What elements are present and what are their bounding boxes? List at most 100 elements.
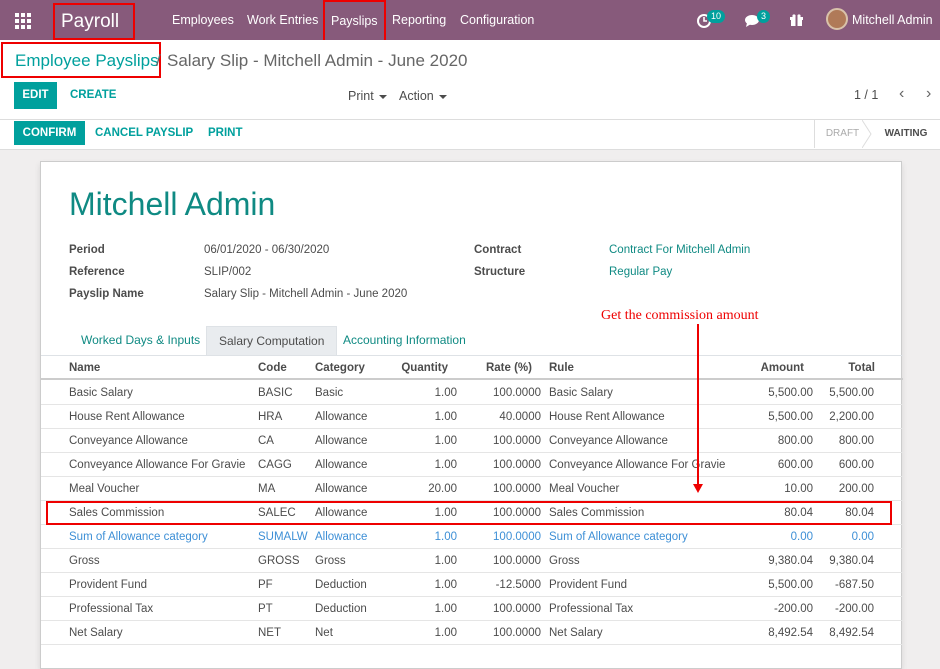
cell-amount: 800.00 bbox=[777, 435, 813, 447]
cell-total: -200.00 bbox=[834, 603, 874, 615]
gift-icon[interactable] bbox=[790, 0, 803, 40]
col-rule[interactable]: Rule bbox=[549, 362, 574, 374]
menu-payslips[interactable]: Payslips bbox=[323, 0, 386, 42]
col-amount[interactable]: Amount bbox=[741, 362, 804, 374]
table-row[interactable]: Sum of Allowance category SUMALW Allowan… bbox=[41, 525, 903, 549]
reference-value: SLIP/002 bbox=[204, 266, 252, 278]
apps-grid-icon[interactable] bbox=[15, 13, 31, 29]
cell-rule: Meal Voucher bbox=[549, 483, 620, 495]
cell-amount: 8,492.54 bbox=[768, 627, 813, 639]
cell-total: 0.00 bbox=[851, 531, 874, 543]
cancel-payslip-button[interactable]: CANCEL PAYSLIP bbox=[95, 127, 193, 139]
col-category[interactable]: Category bbox=[315, 362, 365, 374]
table-row[interactable]: Conveyance Allowance CA Allowance 1.00 1… bbox=[41, 429, 903, 453]
cell-category: Allowance bbox=[315, 531, 368, 543]
table-header: Name Code Category Quantity Rate (%) Rul… bbox=[41, 356, 903, 380]
cell-quantity: 1.00 bbox=[434, 411, 457, 423]
cell-category: Allowance bbox=[315, 411, 368, 423]
table-row[interactable]: Net Salary NET Net 1.00 100.0000 Net Sal… bbox=[41, 621, 903, 645]
chevron-left-icon[interactable]: ‹ bbox=[899, 85, 904, 103]
structure-label: Structure bbox=[474, 266, 526, 278]
table-row[interactable]: Professional Tax PT Deduction 1.00 100.0… bbox=[41, 597, 903, 621]
cell-total: 600.00 bbox=[838, 459, 874, 471]
annotation-text: Get the commission amount bbox=[601, 308, 759, 323]
employee-name-title: Mitchell Admin bbox=[69, 186, 276, 222]
confirm-button[interactable]: CONFIRM bbox=[14, 121, 85, 145]
form-sheet: Mitchell Admin Period 06/01/2020 - 06/30… bbox=[40, 161, 903, 669]
structure-link[interactable]: Regular Pay bbox=[609, 266, 672, 278]
cell-name: Basic Salary bbox=[69, 387, 133, 399]
print-dropdown[interactable]: Print bbox=[348, 89, 387, 103]
cell-quantity: 1.00 bbox=[434, 435, 457, 447]
table-row[interactable]: Meal Voucher MA Allowance 20.00 100.0000… bbox=[41, 477, 903, 501]
cell-amount: 600.00 bbox=[777, 459, 813, 471]
cell-rule: Sum of Allowance category bbox=[549, 531, 688, 543]
highlight-box bbox=[46, 501, 892, 525]
cell-category: Allowance bbox=[315, 459, 368, 471]
col-name[interactable]: Name bbox=[69, 362, 100, 374]
cell-rate: 100.0000 bbox=[493, 555, 541, 567]
cell-amount: 10.00 bbox=[784, 483, 813, 495]
menu-work-entries[interactable]: Work Entries bbox=[247, 0, 318, 40]
cell-name: Net Salary bbox=[69, 627, 123, 639]
annotation-arrow bbox=[697, 324, 699, 486]
period-label: Period bbox=[69, 244, 105, 256]
caret-down-icon bbox=[378, 94, 387, 99]
cell-total: 200.00 bbox=[838, 483, 874, 495]
cell-name: Gross bbox=[69, 555, 100, 567]
cell-total: 2,200.00 bbox=[829, 411, 874, 423]
tab-accounting-information[interactable]: Accounting Information bbox=[331, 326, 478, 355]
app-title[interactable]: Payroll bbox=[53, 3, 135, 40]
table-row[interactable]: Gross GROSS Gross 1.00 100.0000 Gross 9,… bbox=[41, 549, 903, 573]
print-button[interactable]: PRINT bbox=[208, 127, 243, 139]
menu-configuration[interactable]: Configuration bbox=[460, 0, 534, 40]
pager-value[interactable]: 1 / 1 bbox=[854, 88, 878, 102]
cell-total: 8,492.54 bbox=[829, 627, 874, 639]
user-avatar[interactable] bbox=[826, 8, 848, 30]
tab-worked-days[interactable]: Worked Days & Inputs bbox=[69, 326, 212, 355]
cell-quantity: 1.00 bbox=[434, 603, 457, 615]
table-row[interactable]: Provident Fund PF Deduction 1.00 -12.500… bbox=[41, 573, 903, 597]
tab-salary-computation[interactable]: Salary Computation bbox=[206, 326, 338, 355]
table-row[interactable]: Basic Salary BASIC Basic 1.00 100.0000 B… bbox=[41, 381, 903, 405]
cell-quantity: 1.00 bbox=[434, 531, 457, 543]
cell-rate: 100.0000 bbox=[493, 387, 541, 399]
cell-rate: 100.0000 bbox=[493, 435, 541, 447]
cell-total: -687.50 bbox=[834, 579, 874, 591]
menu-employees[interactable]: Employees bbox=[172, 0, 234, 40]
cell-rate: 100.0000 bbox=[493, 627, 541, 639]
payslip-name-value: Salary Slip - Mitchell Admin - June 2020 bbox=[204, 288, 408, 300]
create-button[interactable]: CREATE bbox=[70, 89, 116, 101]
action-dropdown[interactable]: Action bbox=[399, 89, 447, 103]
cell-category: Allowance bbox=[315, 435, 368, 447]
cell-total: 800.00 bbox=[838, 435, 874, 447]
cell-code: HRA bbox=[258, 411, 283, 423]
col-quantity[interactable]: Quantity bbox=[381, 362, 448, 374]
chevron-right-icon[interactable]: › bbox=[926, 85, 931, 103]
cell-amount: 5,500.00 bbox=[768, 411, 813, 423]
edit-button[interactable]: EDIT bbox=[14, 82, 57, 109]
cell-name: Conveyance Allowance For Gravie bbox=[69, 459, 246, 471]
cell-amount: 5,500.00 bbox=[768, 387, 813, 399]
cell-rate: 100.0000 bbox=[493, 483, 541, 495]
user-name[interactable]: Mitchell Admin bbox=[852, 0, 933, 40]
table-row[interactable]: Conveyance Allowance For Gravie CAGG All… bbox=[41, 453, 903, 477]
cell-rule: House Rent Allowance bbox=[549, 411, 665, 423]
contract-link[interactable]: Contract For Mitchell Admin bbox=[609, 244, 750, 256]
col-code[interactable]: Code bbox=[258, 362, 287, 374]
stage-waiting[interactable]: WAITING bbox=[872, 120, 940, 148]
col-total[interactable]: Total bbox=[809, 362, 875, 374]
cell-category: Basic bbox=[315, 387, 344, 399]
cell-name: Conveyance Allowance bbox=[69, 435, 188, 447]
cell-rule: Net Salary bbox=[549, 627, 603, 639]
breadcrumb-parent[interactable]: Employee Payslips bbox=[1, 42, 161, 78]
cell-quantity: 1.00 bbox=[434, 555, 457, 567]
cell-code: CAGG bbox=[258, 459, 292, 471]
cell-amount: 9,380.04 bbox=[768, 555, 813, 567]
payslip-name-label: Payslip Name bbox=[69, 288, 144, 300]
cell-name: House Rent Allowance bbox=[69, 411, 185, 423]
table-row[interactable]: House Rent Allowance HRA Allowance 1.00 … bbox=[41, 405, 903, 429]
cell-category: Deduction bbox=[315, 579, 367, 591]
menu-reporting[interactable]: Reporting bbox=[392, 0, 446, 40]
col-rate[interactable]: Rate (%) bbox=[461, 362, 532, 374]
